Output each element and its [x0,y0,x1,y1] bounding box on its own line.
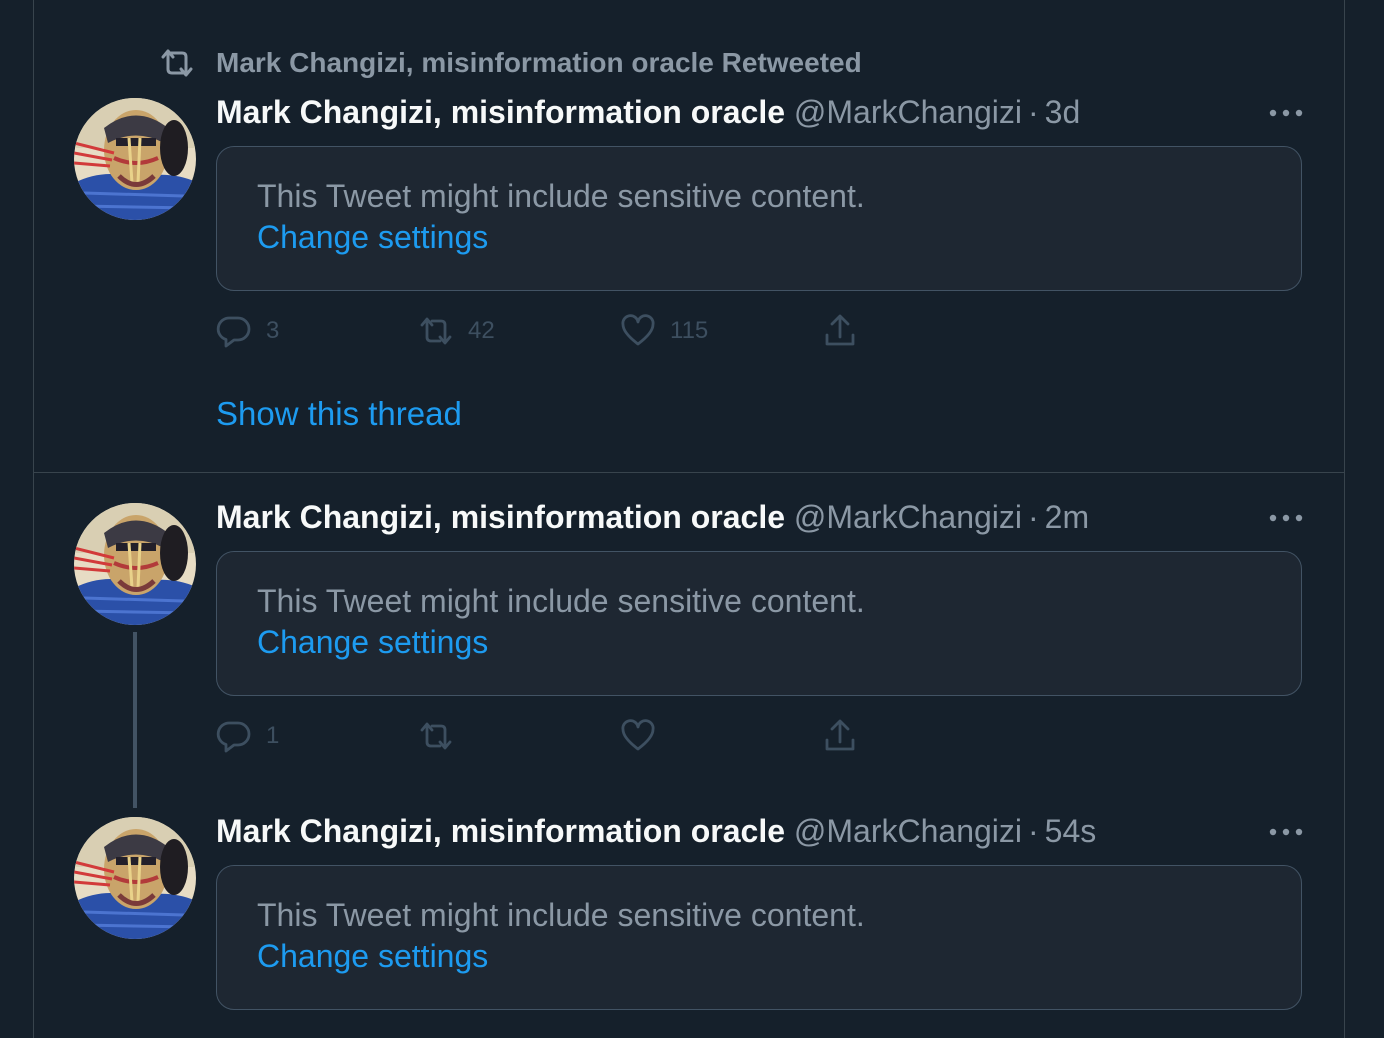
show-thread-link[interactable]: Show this thread [216,393,462,435]
tweet-header: Mark Changizi, misinformation oracle @Ma… [216,811,1096,851]
tweet-header: Mark Changizi, misinformation oracle @Ma… [216,92,1080,132]
sensitive-content-box: This Tweet might include sensitive conte… [216,865,1302,1010]
more-icon[interactable] [1268,827,1304,837]
retweet-count: 42 [468,317,495,344]
share-button[interactable] [822,311,858,351]
like-button[interactable] [620,716,656,756]
reply-button[interactable]: 3 [216,311,279,351]
separator: · [1028,94,1039,130]
retweet-icon [161,49,193,77]
change-settings-link[interactable]: Change settings [257,622,488,662]
reply-icon [216,721,251,753]
retweet-icon [420,317,452,345]
like-count: 115 [670,317,709,344]
share-button[interactable] [822,716,858,756]
change-settings-link[interactable]: Change settings [257,936,488,976]
more-icon[interactable] [1268,108,1304,118]
tweet-divider [34,472,1344,473]
thread-connector-line [133,632,137,808]
author-handle[interactable]: @MarkChangizi [794,94,1022,130]
retweet-button[interactable]: 42 [418,311,495,351]
author-name[interactable]: Mark Changizi, misinformation oracle [216,813,785,849]
tweet-header: Mark Changizi, misinformation oracle @Ma… [216,497,1089,537]
reply-button[interactable]: 1 [216,716,279,756]
sensitive-content-warning: This Tweet might include sensitive conte… [257,583,865,619]
reply-count: 1 [266,722,280,749]
author-name[interactable]: Mark Changizi, misinformation oracle [216,94,785,130]
reply-icon [216,316,251,348]
reply-count: 3 [266,317,280,344]
retweet-icon [420,722,452,750]
separator: · [1028,813,1039,849]
change-settings-link[interactable]: Change settings [257,217,488,257]
author-handle[interactable]: @MarkChangizi [794,499,1022,535]
tweet-timestamp[interactable]: 3d [1045,94,1081,130]
sensitive-content-warning: This Tweet might include sensitive conte… [257,897,865,933]
more-icon[interactable] [1268,513,1304,523]
tweet-timestamp[interactable]: 54s [1045,813,1097,849]
separator: · [1028,499,1039,535]
retweeted-by-label[interactable]: Mark Changizi, misinformation oracle Ret… [216,46,862,80]
avatar[interactable] [74,817,196,939]
share-icon [825,314,855,346]
share-icon [825,719,855,751]
sensitive-content-warning: This Tweet might include sensitive conte… [257,178,865,214]
sensitive-content-box: This Tweet might include sensitive conte… [216,146,1302,291]
tweet-timestamp[interactable]: 2m [1045,499,1089,535]
author-name[interactable]: Mark Changizi, misinformation oracle [216,499,785,535]
avatar[interactable] [74,503,196,625]
avatar[interactable] [74,98,196,220]
author-handle[interactable]: @MarkChangizi [794,813,1022,849]
sensitive-content-box: This Tweet might include sensitive conte… [216,551,1302,696]
heart-icon [621,314,655,346]
heart-icon [621,719,655,751]
retweet-button[interactable] [418,716,454,756]
like-button[interactable]: 115 [620,311,708,351]
